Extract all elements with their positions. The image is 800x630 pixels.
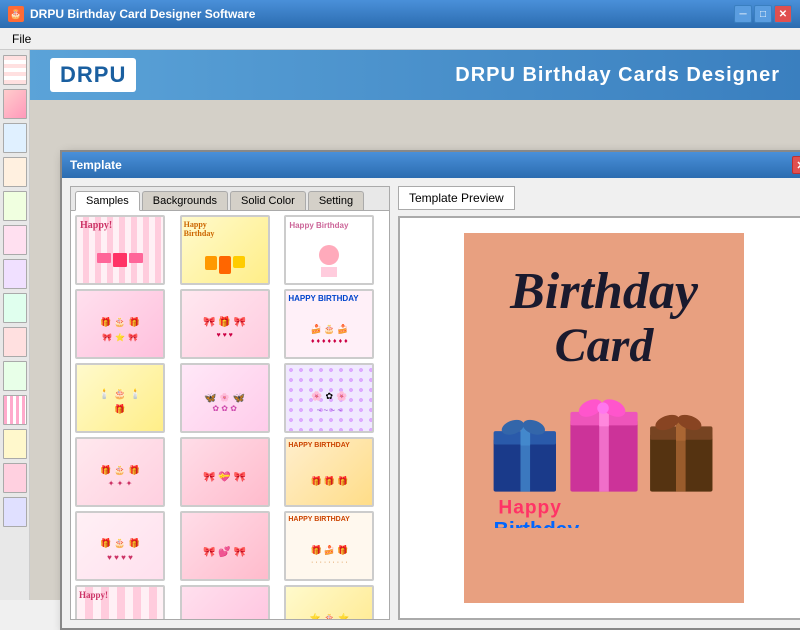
thumb-img-12: HAPPY BIRTHDAY 🎁🎁🎁 [286,439,372,505]
sidebar-thumb-8[interactable] [3,293,27,323]
thumb-img-9: 🌸✿🌸 ~ ~ ~ ~ [286,365,372,431]
dialog-titlebar: Template ✕ [62,152,800,178]
template-thumb-10[interactable]: 🎁🎂🎁 ✦ ✦ ✦ [75,437,165,507]
gift-svg: Happy Birthday [484,388,724,528]
template-grid-container[interactable]: Happy! Happy Birthda [71,211,389,619]
close-button[interactable]: ✕ [774,5,792,23]
tab-samples[interactable]: Samples [75,191,140,211]
thumb-img-8: 🦋🌸🦋 ✿ ✿ ✿ [182,365,268,431]
template-thumb-2[interactable]: Happy Birthday [180,215,270,285]
preview-label: Template Preview [409,191,504,205]
template-thumb-4[interactable]: 🎁🎂🎁 🎀⭐🎀 [75,289,165,359]
template-thumb-16[interactable]: Happy! [75,585,165,619]
main-content: DRPU DRPU Birthday Cards Designer Templa… [30,50,800,600]
card-text-birthday: Birthday [510,263,698,320]
card-text-card: Card [555,320,654,373]
app-header: DRPU DRPU Birthday Cards Designer [30,50,800,100]
dialog-title: Template [70,158,792,172]
template-thumb-17[interactable]: 🎁🎂🎁 [180,585,270,619]
left-sidebar [0,50,30,600]
svg-text:Birthday: Birthday [494,519,580,528]
sidebar-thumb-14[interactable] [3,497,27,527]
thumb-img-14: 🎀💕🎀 [182,513,268,579]
sidebar-thumb-7[interactable] [3,259,27,289]
template-thumb-5[interactable]: 🎀🎁🎀 ♥ ♥ ♥ [180,289,270,359]
thumb-img-13: 🎁🎂🎁 ♥ ♥ ♥ ♥ [77,513,163,579]
template-thumb-1[interactable]: Happy! [75,215,165,285]
template-thumb-14[interactable]: 🎀💕🎀 [180,511,270,581]
thumb-img-10: 🎁🎂🎁 ✦ ✦ ✦ [77,439,163,505]
template-panel: Samples Backgrounds Solid Color Setting … [70,186,390,620]
template-grid: Happy! Happy Birthda [75,215,385,619]
preview-label-container: Template Preview [398,186,515,210]
sidebar-thumb-10[interactable] [3,361,27,391]
sidebar-thumb-12[interactable] [3,429,27,459]
sidebar-thumb-3[interactable] [3,123,27,153]
thumb-img-15: HAPPY BIRTHDAY 🎁🍰🎁 · · · · · · · · · [286,513,372,579]
sidebar-thumb-13[interactable] [3,463,27,493]
thumb-img-5: 🎀🎁🎀 ♥ ♥ ♥ [182,291,268,357]
thumb-img-2: Happy Birthday [182,217,268,283]
tab-setting[interactable]: Setting [308,191,364,210]
thumb-img-17: 🎁🎂🎁 [182,587,268,619]
template-thumb-12[interactable]: HAPPY BIRTHDAY 🎁🎁🎁 [284,437,374,507]
thumb-img-3: Happy Birthday [286,217,372,283]
sidebar-thumb-4[interactable] [3,157,27,187]
tab-bar: Samples Backgrounds Solid Color Setting [71,187,389,211]
template-thumb-6[interactable]: HAPPY BIRTHDAY 🍰🎂🍰 ♦ ♦ ♦ ♦ ♦ ♦ ♦ [284,289,374,359]
tab-backgrounds[interactable]: Backgrounds [142,191,228,210]
dialog-close-button[interactable]: ✕ [792,156,800,174]
template-thumb-11[interactable]: 🎀💝🎀 [180,437,270,507]
preview-card: Birthday Card [464,233,744,603]
gift-area: Happy Birthday [484,388,724,528]
template-thumb-18[interactable]: ⭐🎂⭐ ★ ★ ★ ★ [284,585,374,619]
template-thumb-9[interactable]: 🌸✿🌸 ~ ~ ~ ~ [284,363,374,433]
tab-solid-color[interactable]: Solid Color [230,191,306,210]
thumb-img-11: 🎀💝🎀 [182,439,268,505]
maximize-button[interactable]: □ [754,5,772,23]
template-dialog: Template ✕ Samples Backgrounds Solid Col… [60,150,800,630]
dialog-body: Samples Backgrounds Solid Color Setting … [62,178,800,628]
sidebar-thumb-1[interactable] [3,55,27,85]
template-thumb-3[interactable]: Happy Birthday [284,215,374,285]
thumb-img-18: ⭐🎂⭐ ★ ★ ★ ★ [286,587,372,619]
svg-text:Happy: Happy [498,498,561,519]
menu-bar: File [0,28,800,50]
thumb-img-1: Happy! [77,217,163,283]
template-thumb-7[interactable]: 🕯️🎂🕯️ 🎁 [75,363,165,433]
thumb-img-7: 🕯️🎂🕯️ 🎁 [77,365,163,431]
minimize-button[interactable]: ─ [734,5,752,23]
window-controls: ─ □ ✕ [734,5,792,23]
sidebar-thumb-2[interactable] [3,89,27,119]
app-title: DRPU Birthday Cards Designer [455,64,780,87]
app-icon: 🎂 [8,6,24,22]
menu-file[interactable]: File [4,30,39,48]
preview-panel: Template Preview Birthday Card [398,186,800,620]
sidebar-thumb-6[interactable] [3,225,27,255]
template-thumb-15[interactable]: HAPPY BIRTHDAY 🎁🍰🎁 · · · · · · · · · [284,511,374,581]
sidebar-thumb-5[interactable] [3,191,27,221]
outer-titlebar: 🎂 DRPU Birthday Card Designer Software ─… [0,0,800,28]
sidebar-thumb-9[interactable] [3,327,27,357]
template-thumb-13[interactable]: 🎁🎂🎁 ♥ ♥ ♥ ♥ [75,511,165,581]
template-thumb-8[interactable]: 🦋🌸🦋 ✿ ✿ ✿ [180,363,270,433]
thumb-img-4: 🎁🎂🎁 🎀⭐🎀 [77,291,163,357]
drpu-logo: DRPU [50,58,136,92]
sidebar-thumb-11[interactable] [3,395,27,425]
outer-window-title: DRPU Birthday Card Designer Software [30,7,734,21]
thumb-img-16: Happy! [77,587,163,619]
thumb-img-6: HAPPY BIRTHDAY 🍰🎂🍰 ♦ ♦ ♦ ♦ ♦ ♦ ♦ [286,291,372,357]
preview-card-container: Birthday Card [398,216,800,620]
